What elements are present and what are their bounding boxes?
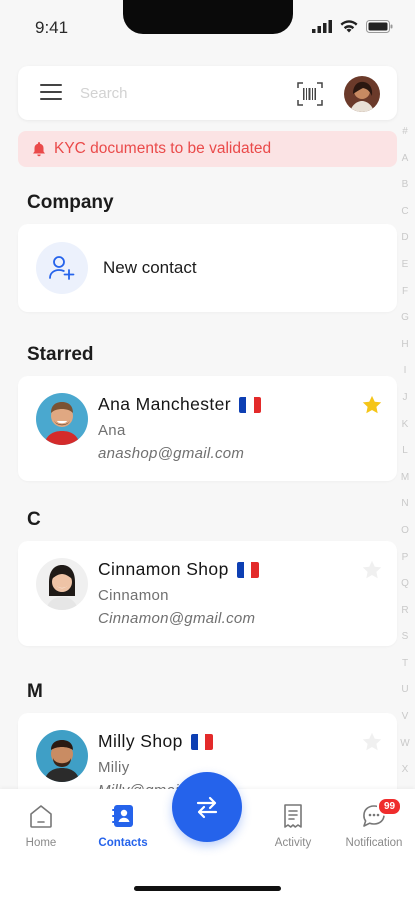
battery-icon — [366, 20, 393, 33]
kyc-alert-banner[interactable]: KYC documents to be validated — [18, 131, 397, 167]
nav-label-home: Home — [25, 837, 57, 849]
contact-avatar — [36, 730, 88, 782]
alpha-index-letter[interactable]: P — [398, 552, 412, 579]
star-outline-icon[interactable] — [361, 731, 383, 753]
contact-short-name: Miliy — [98, 759, 130, 776]
barcode-scan-icon[interactable] — [296, 80, 324, 108]
alpha-index-letter[interactable]: T — [398, 658, 412, 685]
alpha-index-letter[interactable]: R — [398, 605, 412, 632]
alpha-index-letter[interactable]: O — [398, 525, 412, 552]
alpha-index-letter[interactable]: U — [398, 684, 412, 711]
notification-count-badge: 99 — [377, 797, 403, 816]
france-flag-icon — [236, 561, 259, 578]
device-notch — [123, 0, 293, 34]
alpha-index-letter[interactable]: H — [398, 339, 412, 366]
star-filled-icon[interactable] — [361, 394, 383, 416]
alpha-index-letter[interactable]: X — [398, 764, 412, 791]
alpha-index-letter[interactable]: J — [398, 392, 412, 419]
alpha-index-letter[interactable]: K — [398, 419, 412, 446]
bottom-navigation: Home Contacts Activity 99 Notification — [0, 772, 415, 900]
alpha-index-letter[interactable]: E — [398, 259, 412, 286]
contact-name: Ana Manchester — [98, 394, 262, 415]
search-bar — [18, 66, 397, 120]
transfer-arrows-icon — [196, 796, 218, 819]
france-flag-icon — [239, 396, 262, 413]
kyc-alert-text: KYC documents to be validated — [54, 140, 272, 157]
alpha-index-letter[interactable]: # — [398, 126, 412, 153]
nav-label-notification: Notification — [345, 837, 403, 849]
alpha-index-letter[interactable]: B — [398, 179, 412, 206]
contact-card[interactable]: Cinnamon Shop Cinnamon Cinnamon@gmail.co… — [18, 541, 397, 646]
alpha-index-letter[interactable]: L — [398, 445, 412, 472]
status-time: 9:41 — [35, 18, 69, 37]
alpha-index-letter[interactable]: A — [398, 153, 412, 180]
nav-item-contacts[interactable]: Contacts — [88, 803, 158, 849]
transfer-button[interactable] — [172, 772, 242, 842]
france-flag-icon — [190, 733, 213, 750]
wifi-icon — [340, 20, 358, 33]
section-header-m: M — [27, 681, 43, 702]
alpha-index-letter[interactable]: D — [398, 232, 412, 259]
contact-name: Milly Shop — [98, 731, 213, 752]
contact-name: Cinnamon Shop — [98, 559, 259, 580]
home-indicator — [134, 886, 281, 891]
alpha-index-letter[interactable]: M — [398, 472, 412, 499]
section-header-c: C — [27, 509, 41, 530]
status-icons — [312, 20, 393, 33]
contact-email: Cinnamon@gmail.com — [98, 610, 256, 627]
alpha-index-letter[interactable]: I — [398, 365, 412, 392]
bell-icon — [33, 142, 45, 157]
nav-item-home[interactable]: Home — [6, 803, 76, 849]
contact-email: anashop@gmail.com — [98, 445, 245, 462]
new-contact-card[interactable]: New contact — [18, 224, 397, 312]
nav-item-notification[interactable]: 99 Notification — [339, 797, 409, 849]
alpha-index-letter[interactable]: Q — [398, 578, 412, 605]
alpha-index-letter[interactable]: S — [398, 631, 412, 658]
alphabet-index[interactable]: # A B C D E F G H I J K L M N O P Q R S … — [398, 126, 412, 844]
section-header-starred: Starred — [27, 344, 94, 365]
nav-label-activity: Activity — [274, 837, 312, 849]
contacts-book-icon — [112, 805, 133, 827]
add-user-icon — [49, 256, 75, 280]
contact-avatar — [36, 558, 88, 610]
alpha-index-letter[interactable]: N — [398, 498, 412, 525]
alpha-index-letter[interactable]: F — [398, 286, 412, 313]
menu-icon[interactable] — [40, 84, 62, 102]
star-outline-icon[interactable] — [361, 559, 383, 581]
alpha-index-letter[interactable]: G — [398, 312, 412, 339]
nav-item-activity[interactable]: Activity — [258, 803, 328, 849]
alpha-index-letter[interactable]: C — [398, 206, 412, 233]
add-contact-icon-wrapper — [36, 242, 88, 294]
alpha-index-letter[interactable]: W — [398, 738, 412, 765]
contact-card[interactable]: Ana Manchester Ana anashop@gmail.com — [18, 376, 397, 481]
contact-short-name: Ana — [98, 422, 126, 439]
alpha-index-letter[interactable]: V — [398, 711, 412, 738]
signal-icon — [312, 20, 332, 33]
home-icon — [30, 805, 52, 828]
search-input[interactable] — [80, 80, 280, 106]
contact-short-name: Cinnamon — [98, 587, 169, 604]
section-header-company: Company — [27, 192, 114, 213]
new-contact-label: New contact — [103, 258, 197, 277]
status-bar: 9:41 — [0, 0, 415, 54]
activity-document-icon — [284, 804, 302, 828]
contact-avatar — [36, 393, 88, 445]
nav-label-contacts: Contacts — [98, 837, 148, 849]
user-avatar[interactable] — [344, 76, 380, 112]
